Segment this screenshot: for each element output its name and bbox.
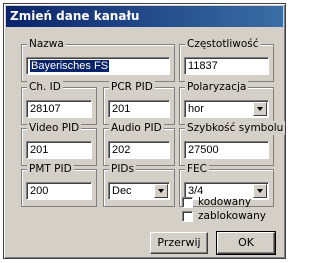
group-szybkosc: Szybkość symbolu 27500 (179, 121, 286, 166)
polaryzacja-value: hor (188, 103, 204, 115)
checkbox-box[interactable] (182, 196, 193, 208)
group-ch-id: Ch. ID 28107 (21, 80, 97, 125)
nazwa-label: Nazwa (27, 37, 66, 51)
czestotliwosc-input[interactable]: 11837 (184, 57, 269, 75)
group-czestotliwosc: Częstotliwość 11837 (179, 37, 274, 82)
pcr-pid-input[interactable]: 201 (108, 100, 170, 118)
fec-label: FEC (185, 162, 210, 176)
polaryzacja-label: Polaryzacja (185, 80, 249, 94)
audio-pid-label: Audio PID (109, 121, 164, 135)
pids-label: PIDs (109, 162, 136, 176)
zablokowany-checkbox[interactable]: zablokowany (182, 210, 266, 222)
chevron-down-icon[interactable] (253, 102, 267, 116)
group-pcr-pid: PCR PID 201 (103, 80, 175, 125)
ok-button[interactable]: OK (216, 231, 276, 255)
nazwa-input[interactable]: Bayerisches FS (26, 57, 170, 75)
pids-value: Dec (112, 185, 132, 197)
group-video-pid: Video PID 201 (21, 121, 97, 166)
szybkosc-label: Szybkość symbolu (185, 121, 286, 135)
nazwa-value: Bayerisches FS (30, 60, 110, 72)
chevron-down-icon[interactable] (154, 184, 168, 198)
dialog-window: Zmień dane kanału Nazwa Bayerisches FS C… (3, 3, 286, 259)
pmt-pid-input[interactable]: 200 (26, 182, 92, 200)
video-pid-label: Video PID (27, 121, 82, 135)
chevron-down-icon[interactable] (253, 184, 267, 198)
polaryzacja-select[interactable]: hor (184, 100, 269, 118)
pcr-pid-label: PCR PID (109, 80, 155, 94)
group-pids: PIDs Dec (103, 162, 175, 207)
kodowany-checkbox[interactable]: kodowany (182, 196, 251, 208)
group-audio-pid: Audio PID 202 (103, 121, 175, 166)
czestotliwosc-label: Częstotliwość (185, 37, 261, 51)
cancel-button[interactable]: Przerwij (150, 232, 208, 254)
video-pid-input[interactable]: 201 (26, 141, 92, 159)
zablokowany-label: zablokowany (198, 210, 266, 222)
ch-id-input[interactable]: 28107 (26, 100, 92, 118)
kodowany-label: kodowany (198, 196, 252, 208)
dialog-title: Zmień dane kanału (6, 6, 283, 27)
szybkosc-input[interactable]: 27500 (184, 141, 269, 159)
pids-select[interactable]: Dec (108, 182, 170, 200)
group-polaryzacja: Polaryzacja hor (179, 80, 274, 125)
checkbox-box[interactable] (182, 210, 193, 222)
audio-pid-input[interactable]: 202 (108, 141, 170, 159)
group-nazwa: Nazwa Bayerisches FS (21, 37, 175, 82)
ch-id-label: Ch. ID (27, 80, 63, 94)
group-pmt-pid: PMT PID 200 (21, 162, 97, 207)
pmt-pid-label: PMT PID (27, 162, 74, 176)
